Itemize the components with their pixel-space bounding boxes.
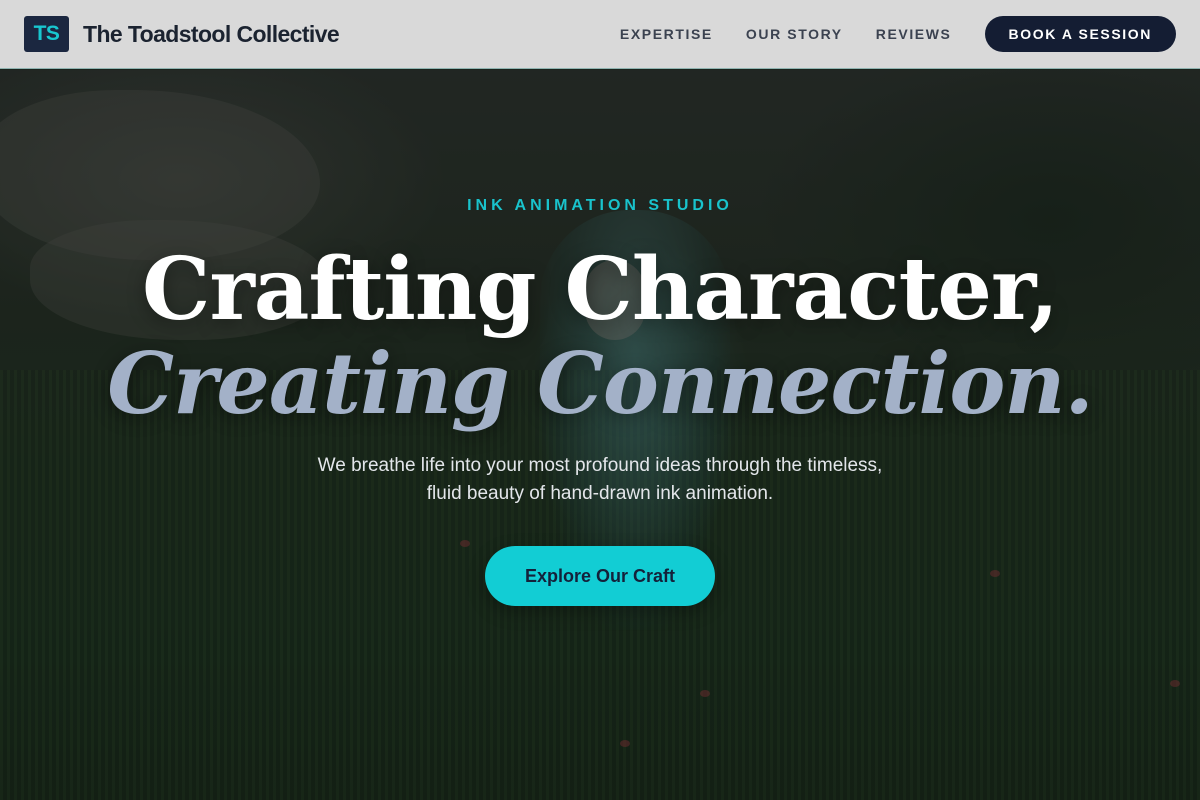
main-nav: EXPERTISE OUR STORY REVIEWS BOOK A SESSI… xyxy=(620,16,1176,52)
site-header: TS The Toadstool Collective EXPERTISE OU… xyxy=(0,0,1200,69)
hero-headline-line2: Creating Connection. xyxy=(107,334,1093,433)
nav-link-our-story[interactable]: OUR STORY xyxy=(746,26,843,42)
hero-overlay xyxy=(0,70,1200,800)
hero-subtext-line2: fluid beauty of hand-drawn ink animation… xyxy=(426,483,774,504)
hero-headline-line1: Crafting Character, xyxy=(142,239,1059,340)
hero-eyebrow: INK ANIMATION STUDIO xyxy=(467,197,733,214)
logo-mark[interactable]: TS xyxy=(24,16,69,52)
book-session-button[interactable]: BOOK A SESSION xyxy=(984,16,1176,52)
nav-link-reviews[interactable]: REVIEWS xyxy=(876,26,952,42)
hero-subtext-line1: We breathe life into your most profound … xyxy=(317,455,883,476)
hero-subtext: We breathe life into your most profound … xyxy=(270,452,930,508)
hero-section: INK ANIMATION STUDIO Crafting Character,… xyxy=(0,70,1200,800)
brand-name[interactable]: The Toadstool Collective xyxy=(83,21,340,48)
nav-link-expertise[interactable]: EXPERTISE xyxy=(620,26,713,42)
explore-craft-button[interactable]: Explore Our Craft xyxy=(485,546,715,606)
